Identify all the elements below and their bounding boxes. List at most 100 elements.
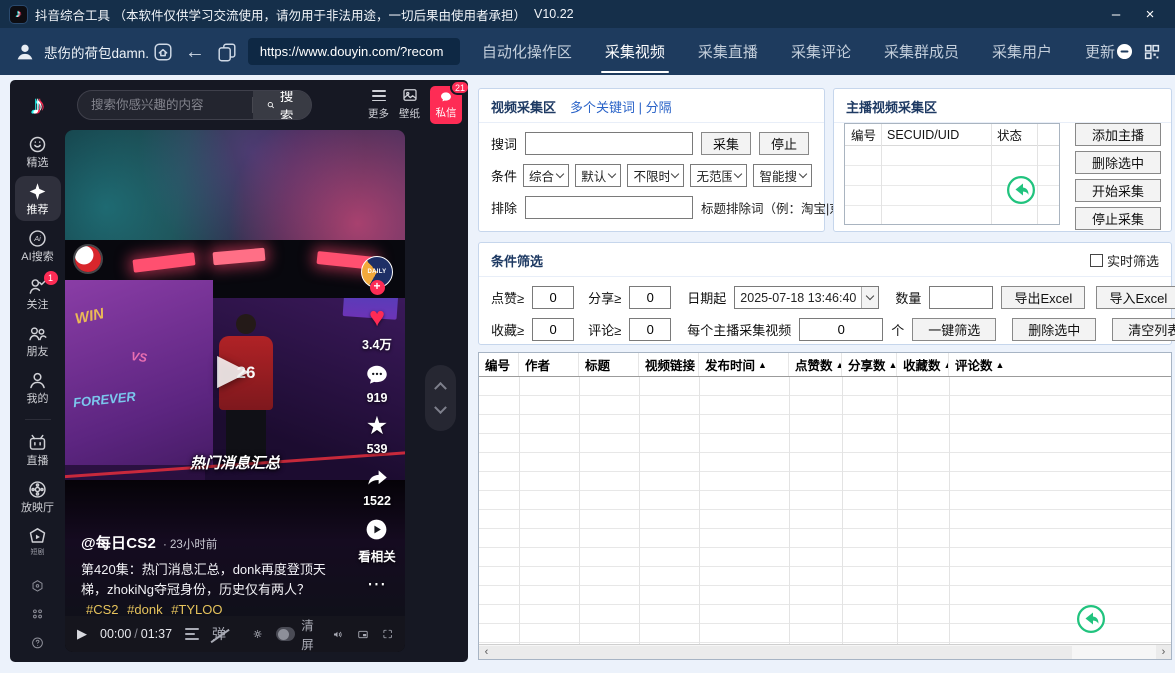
- stop-collect-button[interactable]: 停止采集: [1075, 207, 1161, 230]
- close-button[interactable]: ×: [1135, 3, 1165, 25]
- tab-collect-live[interactable]: 采集直播: [698, 41, 758, 62]
- url-input[interactable]: [248, 38, 460, 65]
- share-stat[interactable]: 1522: [363, 465, 391, 508]
- one-key-filter-button[interactable]: 一键筛选: [912, 318, 996, 341]
- realtime-filter-option[interactable]: 实时筛选: [1090, 251, 1159, 270]
- video-player[interactable]: WIN VS FOREVER 26 ▶ 热门消息汇总 @每日CS2 · 23小时…: [65, 130, 405, 652]
- start-collect-button[interactable]: 开始采集: [1075, 179, 1161, 202]
- sidebar-item-recommend[interactable]: 推荐: [15, 176, 61, 221]
- settings-hexagon-icon[interactable]: [28, 579, 47, 593]
- scroll-left-arrow[interactable]: ‹: [479, 645, 494, 659]
- copy-button[interactable]: [216, 41, 238, 63]
- like-min-input[interactable]: [532, 286, 574, 309]
- comment-icon[interactable]: [364, 362, 390, 388]
- export-excel-button[interactable]: 导出Excel: [1001, 286, 1085, 309]
- heart-icon[interactable]: ♥: [369, 304, 385, 331]
- home-button[interactable]: [152, 41, 174, 63]
- stop-button[interactable]: 停止: [759, 132, 809, 155]
- comment-stat[interactable]: 919: [364, 362, 390, 405]
- search-input[interactable]: [78, 98, 252, 112]
- column-header-comments[interactable]: 评论数▲: [949, 353, 1171, 376]
- refresh-back-icon[interactable]: [1076, 604, 1106, 634]
- tab-collect-users[interactable]: 采集用户: [992, 41, 1052, 62]
- horizontal-scrollbar[interactable]: ‹ ›: [479, 644, 1171, 659]
- apps-grid-icon[interactable]: [28, 607, 47, 621]
- date-from-select[interactable]: 2025-07-18 13:46:40: [734, 286, 879, 309]
- star-icon[interactable]: ★: [366, 414, 388, 439]
- tab-collect-group-members[interactable]: 采集群成员: [884, 41, 959, 62]
- per-anchor-input[interactable]: [799, 318, 883, 341]
- help-icon[interactable]: [28, 636, 47, 650]
- add-anchor-button[interactable]: 添加主播: [1075, 123, 1161, 146]
- back-button[interactable]: ←: [185, 42, 205, 62]
- clear-list-button[interactable]: 清空列表: [1112, 318, 1175, 341]
- exclude-input[interactable]: [525, 196, 693, 219]
- tab-collect-comments[interactable]: 采集评论: [791, 41, 851, 62]
- collect-button[interactable]: 采集: [701, 132, 751, 155]
- column-header-link[interactable]: 视频链接: [639, 353, 699, 376]
- column-header-publish-time[interactable]: 发布时间▲: [699, 353, 789, 376]
- refresh-back-icon[interactable]: [1006, 175, 1036, 205]
- share-min-input[interactable]: [629, 286, 671, 309]
- realtime-checkbox[interactable]: [1090, 254, 1103, 267]
- settings-gear-icon[interactable]: [252, 626, 263, 642]
- video-author[interactable]: @每日CS2: [81, 532, 156, 553]
- favorite-min-input[interactable]: [532, 318, 574, 341]
- sidebar-item-ai-search[interactable]: Ai AI搜索: [15, 223, 61, 268]
- wallpaper-button[interactable]: 壁纸: [399, 86, 420, 121]
- delete-selected-button[interactable]: 删除选中: [1075, 151, 1161, 174]
- duration-select[interactable]: 不限时: [627, 164, 684, 187]
- tab-update[interactable]: 更新: [1085, 41, 1115, 62]
- column-header-likes[interactable]: 点赞数▲: [789, 353, 842, 376]
- column-header[interactable]: 状态: [991, 125, 1037, 144]
- previous-video-button[interactable]: [434, 382, 447, 395]
- share-icon[interactable]: [364, 465, 390, 491]
- related-play-icon[interactable]: [364, 517, 389, 542]
- search-bar[interactable]: 搜索: [77, 90, 312, 120]
- sidebar-item-following[interactable]: 1 关注: [15, 271, 61, 316]
- follow-button[interactable]: +: [370, 280, 385, 295]
- minus-circle-icon[interactable]: [1115, 42, 1134, 61]
- scrollbar-thumb[interactable]: [479, 646, 1072, 659]
- fullscreen-icon[interactable]: [382, 626, 393, 642]
- date-dropdown-button[interactable]: [861, 287, 878, 308]
- column-header[interactable]: 编号: [845, 125, 881, 144]
- keyword-input[interactable]: [525, 132, 693, 155]
- play-overlay-icon[interactable]: ▶: [217, 348, 249, 390]
- sidebar-item-short-drama[interactable]: 短剧: [15, 521, 61, 561]
- qr-code-icon[interactable]: [1143, 43, 1161, 61]
- column-header-favorites[interactable]: 收藏数▲: [897, 353, 949, 376]
- sidebar-item-featured[interactable]: 精选: [15, 129, 61, 174]
- volume-icon[interactable]: [332, 626, 344, 643]
- play-button[interactable]: ▶: [77, 626, 87, 642]
- sort-select[interactable]: 综合: [523, 164, 569, 187]
- sidebar-item-live[interactable]: 直播: [15, 427, 61, 472]
- sidebar-item-profile[interactable]: 我的: [15, 365, 61, 410]
- more-menu-button[interactable]: 更多: [368, 86, 389, 121]
- scroll-right-arrow[interactable]: ›: [1156, 645, 1171, 659]
- range-select[interactable]: 无范围: [690, 164, 747, 187]
- quantity-input[interactable]: [929, 286, 993, 309]
- favorite-stat[interactable]: ★ 539: [366, 414, 388, 456]
- comment-min-input[interactable]: [629, 318, 671, 341]
- next-video-button[interactable]: [434, 401, 447, 414]
- column-header-title[interactable]: 标题: [579, 353, 639, 376]
- related-videos[interactable]: 看相关: [358, 517, 396, 565]
- tab-collect-video[interactable]: 采集视频: [605, 41, 665, 62]
- smart-search-select[interactable]: 智能搜: [753, 164, 812, 187]
- type-select[interactable]: 默认: [575, 164, 621, 187]
- column-header-author[interactable]: 作者: [519, 353, 579, 376]
- like-stat[interactable]: ♥ 3.4万: [362, 304, 392, 353]
- tab-automation[interactable]: 自动化操作区: [482, 41, 572, 62]
- sidebar-item-friends[interactable]: 朋友: [15, 318, 61, 363]
- column-header-id[interactable]: 编号: [479, 353, 519, 376]
- sidebar-item-cinema[interactable]: 放映厅: [15, 474, 61, 519]
- playlist-icon[interactable]: [185, 628, 199, 640]
- column-header-shares[interactable]: 分享数▲: [842, 353, 897, 376]
- user-account[interactable]: 悲伤的荷包damn.: [0, 41, 152, 63]
- minimize-button[interactable]: –: [1101, 3, 1131, 25]
- delete-selected-rows-button[interactable]: 删除选中: [1012, 318, 1096, 341]
- more-actions-icon[interactable]: ⋯: [367, 573, 387, 596]
- search-button[interactable]: 搜索: [253, 91, 312, 119]
- import-excel-button[interactable]: 导入Excel: [1096, 286, 1175, 309]
